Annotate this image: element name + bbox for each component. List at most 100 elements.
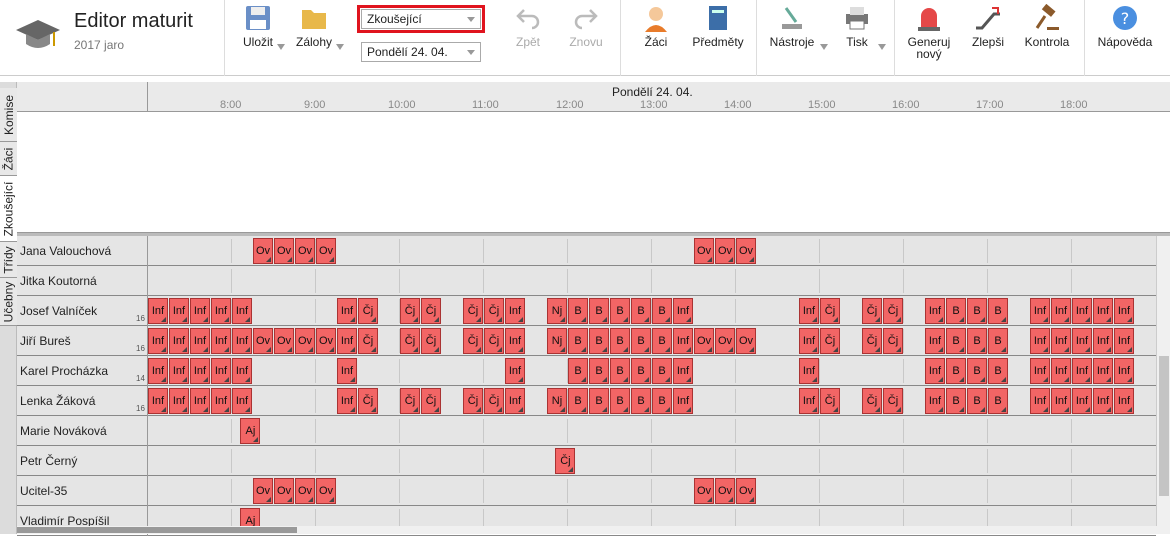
tab-zaci[interactable]: Žáci (0, 142, 17, 176)
teacher-row[interactable] (17, 416, 1156, 446)
redo-button[interactable]: Znovu (566, 4, 606, 48)
exam-slot[interactable]: Čj (555, 448, 576, 474)
exam-slot[interactable]: Ov (253, 478, 273, 504)
exam-slot[interactable]: Inf (148, 328, 168, 354)
exam-slot[interactable]: Ov (736, 478, 756, 504)
exam-slot[interactable]: Čj (862, 298, 882, 324)
exam-slot[interactable]: Inf (1093, 328, 1113, 354)
exam-slot[interactable]: Inf (169, 328, 189, 354)
exam-slot[interactable]: Inf (505, 328, 525, 354)
exam-slot[interactable]: Inf (1114, 388, 1134, 414)
save-button[interactable]: Uložit (236, 4, 280, 48)
exam-slot[interactable]: Čj (400, 388, 420, 414)
exam-slot[interactable]: Inf (1114, 298, 1134, 324)
exam-slot[interactable]: Inf (1051, 298, 1071, 324)
exam-slot[interactable]: B (652, 328, 672, 354)
exam-slot[interactable]: Nj (547, 328, 567, 354)
exam-slot[interactable]: Inf (190, 388, 210, 414)
exam-slot[interactable]: Nj (547, 298, 567, 324)
exam-slot[interactable]: B (988, 298, 1008, 324)
exam-slot[interactable]: B (631, 328, 651, 354)
exam-slot[interactable]: Inf (232, 388, 252, 414)
exam-slot[interactable]: Ov (253, 238, 273, 264)
exam-slot[interactable]: B (568, 298, 588, 324)
exam-slot[interactable]: Čj (820, 388, 840, 414)
exam-slot[interactable]: Čj (358, 298, 378, 324)
exam-slot[interactable]: Čj (484, 328, 504, 354)
exam-slot[interactable]: Ov (694, 328, 714, 354)
exam-slot[interactable]: Inf (1072, 298, 1092, 324)
exam-slot[interactable]: Inf (232, 328, 252, 354)
exam-slot[interactable]: Ov (316, 478, 336, 504)
exam-slot[interactable]: Ov (715, 478, 735, 504)
exam-slot[interactable]: Inf (1030, 388, 1050, 414)
exam-slot[interactable]: Ov (274, 328, 294, 354)
exam-slot[interactable]: Ov (694, 478, 714, 504)
exam-slot[interactable]: Čj (484, 298, 504, 324)
exam-slot[interactable]: B (988, 388, 1008, 414)
exam-slot[interactable]: Inf (148, 358, 168, 384)
exam-slot[interactable]: Čj (862, 388, 882, 414)
exam-slot[interactable]: Ov (736, 328, 756, 354)
exam-slot[interactable]: Inf (232, 358, 252, 384)
exam-slot[interactable]: Inf (673, 388, 693, 414)
exam-slot[interactable]: B (589, 328, 609, 354)
exam-slot[interactable]: Ov (295, 478, 315, 504)
exam-slot[interactable]: Ov (715, 328, 735, 354)
exam-slot[interactable]: Inf (1051, 328, 1071, 354)
exam-slot[interactable]: Čj (463, 298, 483, 324)
exam-slot[interactable]: Inf (505, 388, 525, 414)
exam-slot[interactable]: Čj (421, 298, 441, 324)
exam-slot[interactable]: Inf (1051, 388, 1071, 414)
exam-slot[interactable]: Aj (240, 418, 261, 444)
print-button[interactable]: Tisk (840, 4, 874, 48)
exam-slot[interactable]: B (610, 388, 630, 414)
exam-slot[interactable]: Inf (211, 328, 231, 354)
exam-slot[interactable]: Ov (715, 238, 735, 264)
exam-slot[interactable]: Čj (463, 328, 483, 354)
exam-slot[interactable]: Inf (505, 358, 525, 384)
exam-slot[interactable]: Inf (190, 328, 210, 354)
exam-slot[interactable]: Inf (211, 388, 231, 414)
exam-slot[interactable]: Inf (1030, 298, 1050, 324)
exam-slot[interactable]: Inf (799, 358, 819, 384)
exam-slot[interactable]: Inf (232, 298, 252, 324)
check-button[interactable]: Kontrola (1022, 4, 1072, 48)
subjects-button[interactable]: Předměty (690, 4, 746, 48)
hscroll-thumb[interactable] (17, 527, 297, 533)
backups-button[interactable]: Zálohy (292, 4, 336, 48)
exam-slot[interactable]: Inf (148, 298, 168, 324)
exam-slot[interactable]: Čj (820, 328, 840, 354)
exam-slot[interactable]: B (652, 388, 672, 414)
exam-slot[interactable]: B (568, 388, 588, 414)
horizontal-scrollbar[interactable] (17, 526, 1170, 534)
tab-komise[interactable]: Komise (0, 88, 17, 142)
exam-slot[interactable]: B (967, 328, 987, 354)
exam-slot[interactable]: Inf (925, 388, 945, 414)
exam-slot[interactable]: Čj (484, 388, 504, 414)
exam-slot[interactable]: Ov (253, 328, 273, 354)
exam-slot[interactable]: Inf (673, 328, 693, 354)
exam-slot[interactable]: Inf (337, 358, 357, 384)
exam-slot[interactable]: Inf (925, 328, 945, 354)
tab-ucebny[interactable]: Učebny (0, 278, 17, 326)
tab-tridy[interactable]: Třídy (0, 242, 17, 278)
undo-button[interactable]: Zpět (508, 4, 548, 48)
view-select[interactable]: Zkoušející (357, 5, 485, 33)
exam-slot[interactable]: Ov (316, 328, 336, 354)
exam-slot[interactable]: B (988, 328, 1008, 354)
exam-slot[interactable]: Čj (883, 328, 903, 354)
exam-slot[interactable]: B (610, 298, 630, 324)
exam-slot[interactable]: Ov (295, 328, 315, 354)
exam-slot[interactable]: Ov (274, 238, 294, 264)
exam-slot[interactable]: Ov (295, 238, 315, 264)
exam-slot[interactable]: Inf (1051, 358, 1071, 384)
exam-slot[interactable]: Inf (1114, 358, 1134, 384)
tools-button[interactable]: Nástroje (766, 4, 818, 48)
exam-slot[interactable]: B (946, 388, 966, 414)
exam-slot[interactable]: Inf (190, 298, 210, 324)
exam-slot[interactable]: Čj (883, 298, 903, 324)
exam-slot[interactable]: B (946, 298, 966, 324)
exam-slot[interactable]: B (589, 358, 609, 384)
exam-slot[interactable]: Inf (337, 388, 357, 414)
